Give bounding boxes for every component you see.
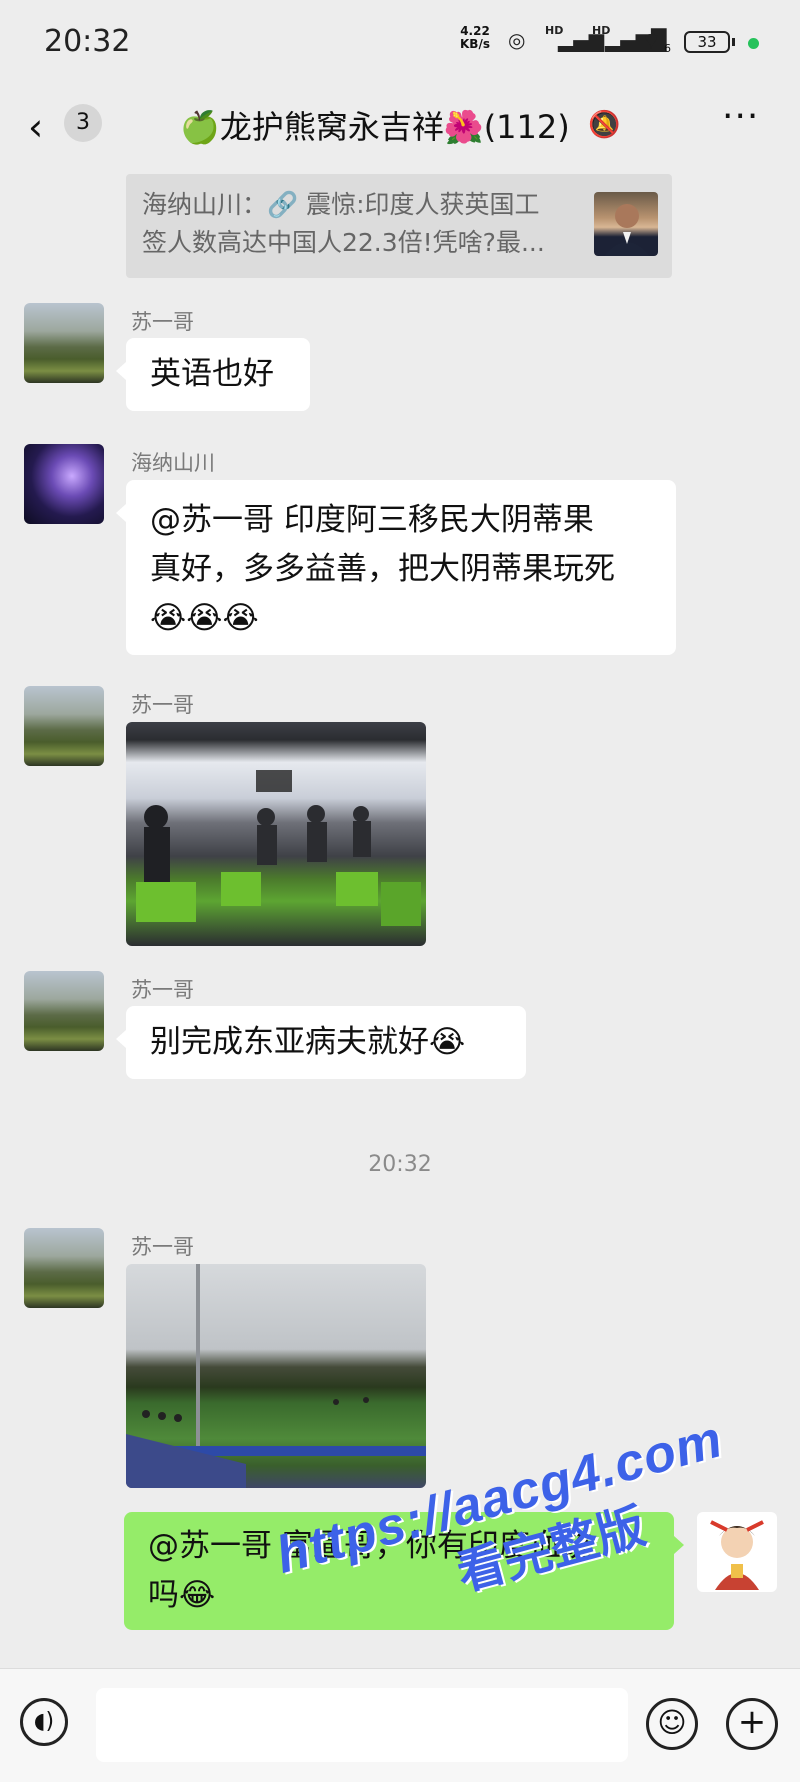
my-avatar[interactable] [697,1512,777,1592]
chevron-left-icon[interactable]: ‹ [28,105,43,149]
message-bubble[interactable]: @苏一哥 印度阿三移民大阴蒂果 真好，多多益善，把大阴蒂果玩死 😭😭😭 [116,480,676,655]
sender-name: 海纳山川 [131,451,215,475]
cartoon-character-image [710,1520,764,1590]
message-bubble[interactable]: 别完成东亚病夫就好😭 [116,1006,526,1079]
avatar[interactable] [24,1228,104,1308]
image-message[interactable] [126,722,426,946]
wifi-icon: ⌔ [640,27,663,55]
sender-name: 苏一哥 [131,978,194,1002]
sender-name: 苏一哥 [131,693,194,717]
bell-muted-icon: 🔕 [588,110,621,140]
message-bubble[interactable]: 英语也好 [116,338,310,411]
message-line: @苏一哥 印度阿三移民大阴蒂果 [150,502,594,538]
net-speed-unit: KB/s [460,37,490,51]
quoted-thumbnail[interactable] [594,192,658,256]
image-message[interactable] [126,1264,426,1488]
message-line: 吗😂 [148,1577,216,1613]
unread-count-badge[interactable]: 3 [64,104,102,142]
outgoing-message-bubble[interactable]: @苏一哥 富逼哥，你有印度血统 吗😂 [124,1512,684,1630]
cafe-photo [136,770,421,926]
sender-name: 苏一哥 [131,1235,194,1259]
avatar[interactable] [24,971,104,1051]
battery-tip [732,38,735,46]
message-line: 😭😭😭 [150,600,259,636]
avatar[interactable] [24,303,104,383]
quoted-text-line: 海纳山川：🔗 震惊:印度人获英国工 [142,190,540,219]
more-icon[interactable]: ··· [722,96,759,137]
wifi-badge: 6 [664,42,671,55]
battery-level: 33 [684,31,730,53]
voice-icon[interactable]: ◖) [20,1698,68,1746]
status-time: 20:32 [44,24,131,59]
hotspot-icon: ◎ [508,28,526,52]
quoted-text[interactable]: 海纳山川：🔗 震惊:印度人获英国工 签人数高达中国人22.3倍!凭啥?最... [142,186,586,262]
person-portrait-image [604,204,650,256]
time-divider: 20:32 [368,1152,432,1177]
message-input[interactable] [96,1688,628,1762]
message-line: 真好，多多益善，把大阴蒂果玩死 [150,551,615,587]
avatar[interactable] [24,686,104,766]
message-line: @苏一哥 富逼哥，你有印度血统 [148,1528,592,1564]
emoji-icon[interactable]: ☺ [646,1698,698,1750]
plus-icon[interactable]: + [726,1698,778,1750]
football-field-photo [126,1264,426,1488]
chat-title[interactable]: 🍏龙护熊窝永吉祥🌺(112) [180,102,570,148]
sender-name: 苏一哥 [131,310,194,334]
quoted-text-line: 签人数高达中国人22.3倍!凭啥?最... [142,228,545,257]
privacy-indicator-dot [748,38,759,49]
avatar[interactable] [24,444,104,524]
net-speed: 4.22 KB/s [460,25,490,51]
